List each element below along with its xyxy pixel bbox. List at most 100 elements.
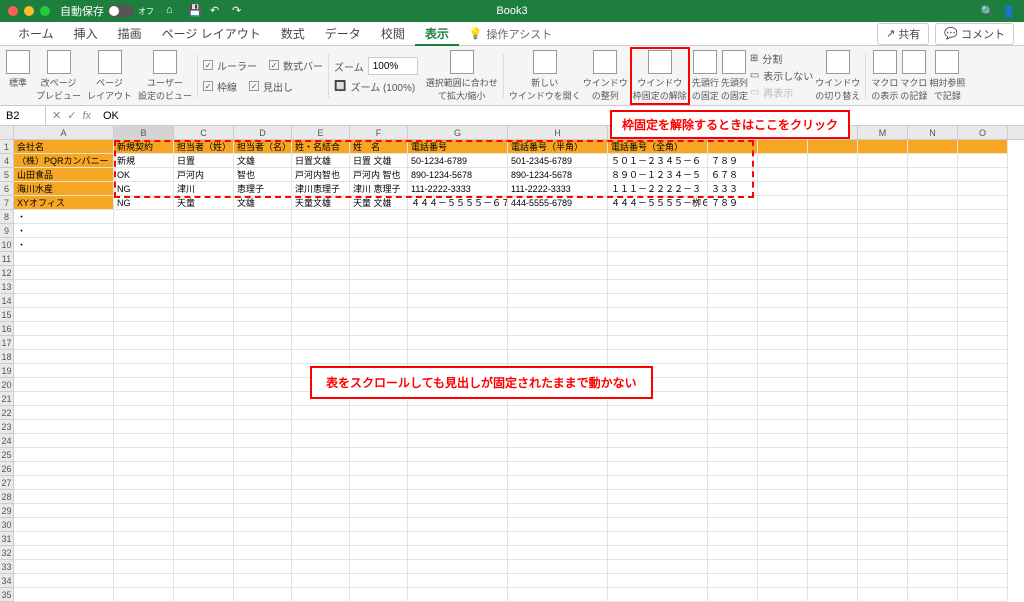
cell[interactable] [508,210,608,224]
cell[interactable] [114,532,174,546]
cell[interactable] [608,210,708,224]
cell[interactable] [758,364,808,378]
cell[interactable] [758,490,808,504]
cell[interactable] [608,574,708,588]
cell[interactable] [292,294,350,308]
cell[interactable] [908,154,958,168]
cell[interactable] [808,588,858,602]
cell[interactable] [858,322,908,336]
macro-view[interactable]: マクロ の表示 [871,50,898,102]
cell[interactable]: 電話番号（半角） [508,140,608,154]
cell[interactable] [14,546,114,560]
cell[interactable] [174,518,234,532]
save-icon[interactable]: 💾 [188,4,202,18]
cell[interactable] [758,504,808,518]
cell[interactable] [14,490,114,504]
row-header[interactable]: 14 [0,294,14,308]
cell[interactable] [14,434,114,448]
cell[interactable] [408,518,508,532]
cell[interactable] [758,336,808,350]
row-header[interactable]: 25 [0,448,14,462]
cell[interactable]: 山田食品 [14,168,114,182]
zoom-input[interactable] [368,57,418,75]
cell[interactable]: 会社名 [14,140,114,154]
cell[interactable] [350,504,408,518]
cell[interactable] [708,350,758,364]
cell[interactable] [508,476,608,490]
cell[interactable] [908,392,958,406]
cell[interactable] [808,560,858,574]
cell[interactable] [808,392,858,406]
cancel-icon[interactable]: ✕ [52,109,61,122]
cell[interactable]: 電話番号（全角） [608,140,708,154]
cell[interactable] [14,280,114,294]
chk-headings[interactable]: ✓見出し [249,79,293,94]
cell[interactable] [708,574,758,588]
name-box[interactable]: B2 [0,106,46,125]
cell[interactable] [958,154,1008,168]
cell[interactable] [608,476,708,490]
cell[interactable] [958,476,1008,490]
cell[interactable] [808,378,858,392]
cell[interactable] [234,364,292,378]
cell[interactable]: ・ [14,238,114,252]
cell[interactable] [758,252,808,266]
cell[interactable] [14,294,114,308]
window-switch[interactable]: ウインドウ の切り替え [815,50,860,102]
cell[interactable] [234,350,292,364]
cell[interactable] [958,574,1008,588]
cell[interactable] [174,420,234,434]
window-arrange[interactable]: ウインドウ の整列 [583,50,628,102]
cell[interactable] [408,252,508,266]
view-page-break[interactable]: 改ページ プレビュー [36,50,81,102]
cell[interactable] [908,574,958,588]
cell[interactable] [350,322,408,336]
cell[interactable] [292,322,350,336]
cell[interactable] [234,308,292,322]
cell[interactable] [14,364,114,378]
cell[interactable] [508,518,608,532]
cell[interactable] [958,560,1008,574]
cell[interactable] [608,308,708,322]
cell[interactable] [350,462,408,476]
cell[interactable] [114,420,174,434]
cell[interactable]: ３３３ [708,182,758,196]
cell[interactable] [858,182,908,196]
cell[interactable] [958,168,1008,182]
cell[interactable] [508,490,608,504]
cell[interactable] [958,196,1008,210]
col-header-N[interactable]: N [908,126,958,139]
cell[interactable] [908,182,958,196]
cell[interactable] [174,490,234,504]
cell[interactable] [350,560,408,574]
tab-review[interactable]: 校閲 [371,22,415,46]
cell[interactable] [174,462,234,476]
cell[interactable] [758,518,808,532]
cell[interactable] [14,266,114,280]
row-header[interactable]: 28 [0,490,14,504]
cell[interactable] [350,546,408,560]
cell[interactable] [608,462,708,476]
tab-view[interactable]: 表示 [415,22,459,46]
cell[interactable] [114,546,174,560]
cell[interactable] [808,350,858,364]
cell[interactable] [408,434,508,448]
cell[interactable]: 文雄 [234,196,292,210]
row-header[interactable]: 16 [0,322,14,336]
window-freeze[interactable]: ウインドウ 枠固定の解除 [633,50,687,102]
cell[interactable] [174,238,234,252]
cell[interactable]: 50-1234-6789 [408,154,508,168]
cell[interactable] [174,406,234,420]
cell[interactable] [350,434,408,448]
cell[interactable] [292,266,350,280]
window-unhide[interactable]: ▭再表示 [750,85,813,100]
cell[interactable] [234,406,292,420]
home-icon[interactable]: ⌂ [166,4,180,18]
cell[interactable] [808,196,858,210]
cell[interactable]: 戸河内智也 [292,168,350,182]
cell[interactable] [858,266,908,280]
col-header-F[interactable]: F [350,126,408,139]
cell[interactable] [14,574,114,588]
cell[interactable] [708,252,758,266]
cell[interactable] [958,434,1008,448]
